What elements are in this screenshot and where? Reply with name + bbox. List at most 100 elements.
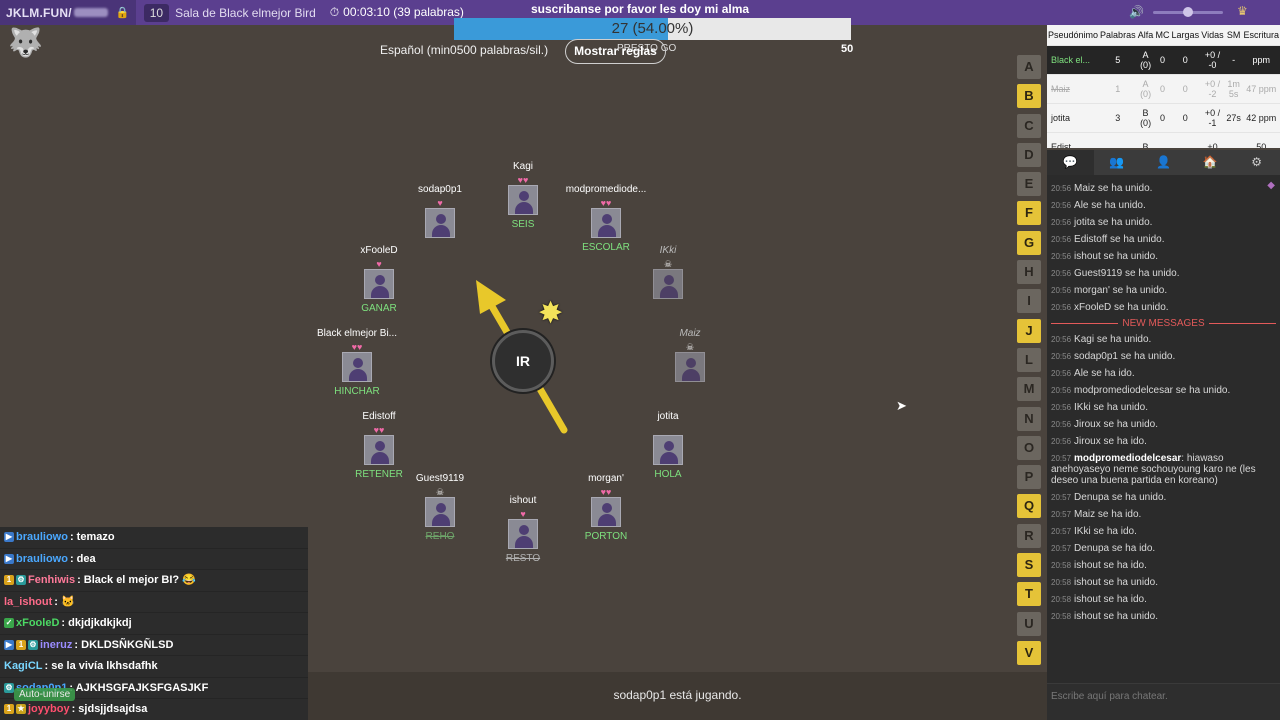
chat-message: 20:58 ishout se ha ido. <box>1047 557 1280 574</box>
scoreboard-column-header[interactable]: Palabras <box>1099 25 1137 45</box>
stream-chat-text: : AJKHSGFAJKSFGASJKF <box>69 681 209 694</box>
new-messages-divider: NEW MESSAGES <box>1047 316 1280 331</box>
site-name: JKLM.FUN/ <box>6 5 72 20</box>
chat-tab-icon[interactable]: 💬 <box>1047 150 1094 175</box>
scoreboard-column-header[interactable]: MC <box>1155 25 1171 45</box>
message-text: Denupa se ha ido. <box>1074 543 1156 554</box>
auto-join-button[interactable]: Auto-unirse <box>14 688 76 701</box>
scoreboard-cell-lives: +0 / -0 <box>1200 44 1225 74</box>
volume-slider-knob[interactable] <box>1183 7 1193 17</box>
message-text: Maiz se ha unido. <box>1074 183 1153 194</box>
message-time: 20:57 <box>1051 454 1072 463</box>
scoreboard-column-header[interactable]: Vidas <box>1200 25 1225 45</box>
stream-chat-message: la_ishout: 🐱 <box>0 592 308 613</box>
bonus-letter-a: A <box>1017 55 1041 79</box>
scoreboard-cell-speed: ppm <box>1242 44 1280 74</box>
message-time: 20:56 <box>1051 286 1072 295</box>
avatar <box>508 519 538 549</box>
player-name: morgan' <box>588 473 624 484</box>
lives-hearts: ♥♥ <box>373 425 385 435</box>
players-tab-icon[interactable]: 👥 <box>1094 150 1141 175</box>
scoreboard-column-header[interactable]: Largas <box>1171 25 1201 45</box>
stream-chat-user: xFooleD <box>16 617 60 629</box>
message-time: 20:58 <box>1051 578 1072 587</box>
bonus-letter-e: E <box>1017 172 1041 197</box>
clock-icon: ⏱ <box>329 5 340 19</box>
stream-chat-message: 1 ★ joyyboy: sjdsjjdsajdsa <box>0 699 308 720</box>
site-url[interactable]: JKLM.FUN/ 🔒 <box>0 0 136 25</box>
lives-hearts <box>608 425 728 435</box>
stream-chat-text: : dea <box>69 552 96 565</box>
bonus-letter-o: O <box>1017 435 1041 460</box>
scoreboard-column-header[interactable]: SM <box>1225 25 1243 45</box>
scoreboard-column-header[interactable]: Pseudónimo <box>1047 25 1099 45</box>
bonus-letters: ABCDEFGHIJLMNOPQRSTUV <box>1017 55 1041 670</box>
chat-input[interactable]: Escribe aquí para chatear. <box>1047 683 1280 720</box>
room-tab-icon[interactable]: 🏠 <box>1187 150 1234 175</box>
scoreboard-cell-mc: 0 <box>1154 73 1171 103</box>
badge-icon: 1 <box>4 704 14 715</box>
scoreboard-cell-lives: +0 / -1 <box>1200 102 1225 132</box>
message-text: Ale se ha unido. <box>1074 200 1146 211</box>
last-word: PORTON <box>584 531 628 542</box>
player-seat: modpromediode... ♥♥ ESCOLAR <box>546 184 666 254</box>
bonus-letter-c: C <box>1017 113 1041 138</box>
stream-chat-text: : DKLDSÑKGÑLSD <box>74 638 174 651</box>
avatar <box>425 208 455 238</box>
badge-icon: 1 <box>16 639 26 650</box>
chat-message: 20:57 Denupa se ha unido. <box>1047 489 1280 506</box>
scoreboard-cell-name: Edist... <box>1047 131 1100 148</box>
chat-log[interactable]: ◆ 20:56 Maiz se ha unido. 20:56 Ale se ha u… <box>1047 175 1280 683</box>
lock-icon: 🔒 <box>115 7 130 19</box>
scoreboard-column-header[interactable]: Alfa <box>1137 25 1155 45</box>
avatar <box>364 435 394 465</box>
scoreboard-row[interactable]: Edist... B +0 50 <box>1047 131 1280 148</box>
stream-chat-user: Fenhiwis <box>28 574 76 586</box>
player-name: modpromediode... <box>565 184 647 195</box>
volume-icon[interactable]: 🔊 <box>1129 5 1144 19</box>
last-word: RESTO <box>505 553 541 564</box>
avatar <box>653 269 683 299</box>
message-time: 20:58 <box>1051 612 1072 621</box>
badge-icon: ⚙ <box>16 575 26 586</box>
message-time: 20:57 <box>1051 527 1072 536</box>
scoreboard-cell-speed: 47 ppm <box>1242 73 1280 103</box>
player-name: Maiz <box>679 328 701 339</box>
room-name: Sala de Black elmejor Bird <box>175 5 316 20</box>
lives-hearts: ♥♥ <box>600 487 612 497</box>
chat-message: 20:56 IKki se ha unido. <box>1047 399 1280 416</box>
badge-icon: 1 <box>4 575 14 586</box>
message-text: Jiroux se ha ido. <box>1074 436 1147 447</box>
show-rules-button[interactable]: Mostrar reglas <box>565 39 666 64</box>
message-time: 20:56 <box>1051 269 1072 278</box>
skull-icon: ☠ <box>663 259 673 269</box>
scoreboard: Pseudónimo Palabras Alfa MC Largas Vidas SM Esc… <box>1047 25 1280 148</box>
scoreboard-cell-words: 1 <box>1099 73 1137 103</box>
scoreboard-row[interactable]: Maiz 1 A (0) 0 0 +0 / -2 1m 5s 47 ppm <box>1047 73 1280 103</box>
crown-icon[interactable]: ♛ <box>1237 4 1248 18</box>
stream-chat-user: KagiCL <box>4 660 43 672</box>
avatar <box>342 352 372 382</box>
skull-icon: ☠ <box>685 342 695 352</box>
stream-chat-user: brauliowo <box>16 531 68 543</box>
message-text: ishout se ha unido. <box>1074 251 1158 262</box>
progress-text: 27 (54.00%) <box>611 20 694 37</box>
scoreboard-cell-name: jotita <box>1047 102 1100 132</box>
scoreboard-column-header[interactable]: Escritura <box>1242 25 1280 45</box>
chat-message: 20:56 modpromediodelcesar se ha unido. <box>1047 382 1280 399</box>
last-word <box>630 386 750 398</box>
message-text: Edistoff se ha unido. <box>1074 234 1165 245</box>
scoreboard-cell-alpha: A (0) <box>1136 73 1155 103</box>
avatar <box>653 435 683 465</box>
scoreboard-cell-speed: 50 <box>1242 131 1280 148</box>
message-author[interactable]: modpromediodelcesar <box>1074 453 1181 464</box>
chat-tabs: 💬 👥 👤 🏠 ⚙ <box>1047 150 1280 175</box>
profile-tab-icon[interactable]: 👤 <box>1140 150 1187 175</box>
bonus-letter-s: S <box>1017 553 1041 578</box>
scoreboard-row[interactable]: jotita 3 B (0) 0 0 +0 / -1 27s 42 ppm <box>1047 102 1280 132</box>
player-seat: sodap0p1 ♥ <box>380 184 500 254</box>
settings-tab-icon[interactable]: ⚙ <box>1233 150 1280 175</box>
message-time: 20:56 <box>1051 420 1072 429</box>
message-time: 20:56 <box>1051 386 1072 395</box>
scoreboard-row[interactable]: Black el... 5 A (0) 0 0 +0 / -0- ppm <box>1047 44 1280 74</box>
